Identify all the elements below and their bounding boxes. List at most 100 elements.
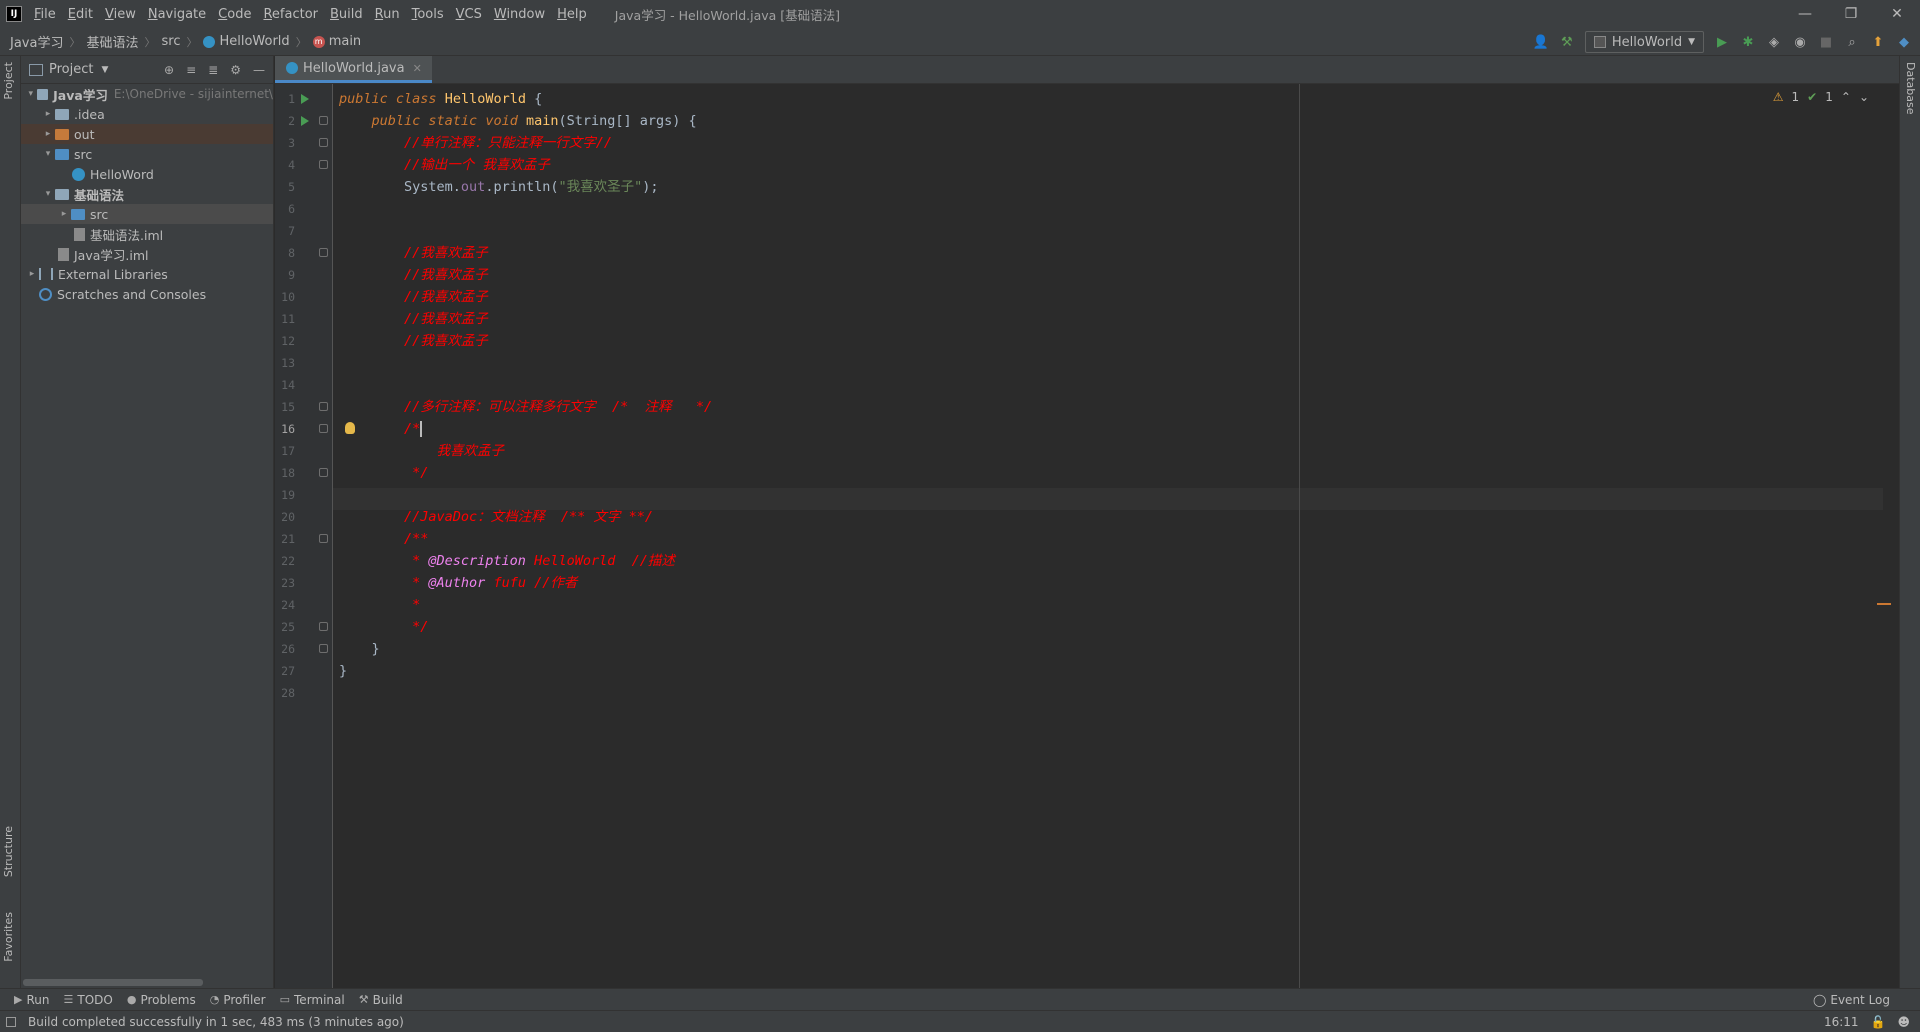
code-line[interactable]: //多行注释：可以注释多行文字 /* 注释 */ <box>339 396 712 418</box>
update-icon[interactable]: ⬆ <box>1870 34 1886 50</box>
bottom-tab-run[interactable]: ▶ Run <box>14 993 49 1007</box>
fold-icon[interactable] <box>319 534 328 543</box>
favorites-stripe-button[interactable]: Favorites <box>2 912 15 962</box>
code-line[interactable]: //输出一个 我喜欢孟子 <box>339 154 550 176</box>
menu-file[interactable]: File <box>34 7 64 22</box>
code-line[interactable]: System.out.println("我喜欢圣子"); <box>339 176 658 198</box>
chevron-down-icon[interactable]: ▾ <box>25 89 37 99</box>
hide-icon[interactable]: — <box>253 63 265 77</box>
tree-item[interactable]: ▸ out <box>21 124 273 144</box>
chevron-up-icon[interactable]: ⌃ <box>1841 90 1851 104</box>
bottom-tab-build[interactable]: ⚒ Build <box>359 993 403 1007</box>
debug-icon[interactable]: ✱ <box>1740 34 1756 50</box>
code-line[interactable]: 我喜欢孟子 <box>339 440 505 462</box>
chevron-right-icon[interactable]: ▸ <box>57 209 71 219</box>
stop-icon[interactable]: ■ <box>1818 34 1834 50</box>
chevron-down-icon[interactable]: ▼ <box>101 65 108 75</box>
fold-icon[interactable] <box>319 116 328 125</box>
code-line[interactable]: * @Description HelloWorld //描述 <box>339 550 675 572</box>
structure-stripe-button[interactable]: Structure <box>2 826 15 877</box>
tree-item[interactable]: ▾ 基础语法 <box>21 184 273 204</box>
user-icon[interactable]: 👤 <box>1533 34 1549 50</box>
code-line[interactable]: * <box>339 594 420 616</box>
fold-icon[interactable] <box>319 622 328 631</box>
bottom-tab-todo[interactable]: ☰ TODO <box>63 993 112 1007</box>
code-line[interactable]: */ <box>339 462 428 484</box>
horizontal-scrollbar[interactable] <box>23 979 203 986</box>
fold-icon[interactable] <box>319 138 328 147</box>
tree-item[interactable]: ▸ src <box>21 204 273 224</box>
menu-navigate[interactable]: Navigate <box>148 7 214 22</box>
breadcrumb-item[interactable]: m main <box>312 34 361 49</box>
code-line[interactable]: //我喜欢孟子 <box>339 264 488 286</box>
close-button[interactable]: ✕ <box>1874 0 1920 28</box>
code-line[interactable]: //我喜欢孟子 <box>339 308 488 330</box>
chevron-down-icon[interactable]: ⌄ <box>1859 90 1869 104</box>
chevron-right-icon[interactable]: ▸ <box>25 269 39 279</box>
intention-bulb-icon[interactable] <box>345 422 355 434</box>
status-window-icon[interactable] <box>6 1016 16 1027</box>
plugin-icon[interactable]: ◆ <box>1896 34 1912 50</box>
build-hammer-icon[interactable]: ⚒ <box>1559 34 1575 50</box>
chevron-down-icon[interactable]: ▾ <box>41 149 55 159</box>
minimize-button[interactable]: — <box>1782 0 1828 28</box>
profile-icon[interactable]: ◉ <box>1792 34 1808 50</box>
database-stripe-button[interactable]: Database <box>1904 62 1917 115</box>
menu-tools[interactable]: Tools <box>412 7 452 22</box>
menu-refactor[interactable]: Refactor <box>263 7 326 22</box>
tree-item[interactable]: ▸ .idea <box>21 104 273 124</box>
code-line[interactable]: //我喜欢孟子 <box>339 242 488 264</box>
gear-icon[interactable]: ⚙ <box>230 63 241 77</box>
code-line[interactable]: public class HelloWorld { <box>339 88 542 110</box>
tree-item[interactable]: ▸ External Libraries <box>21 264 273 284</box>
chevron-right-icon[interactable]: ▸ <box>41 109 55 119</box>
breadcrumb-item[interactable]: HelloWorld <box>203 34 290 49</box>
locate-icon[interactable]: ⊕ <box>164 63 174 77</box>
gutter[interactable]: 1 2 3 4 5 6 7 8 9 10 11 12 13 14 15 16 17 18 19 20 21 22 23 24 2… <box>275 84 333 988</box>
menu-build[interactable]: Build <box>330 7 371 22</box>
restore-button[interactable]: ❐ <box>1828 0 1874 28</box>
code-line[interactable]: public static void main(String[] args) { <box>339 110 697 132</box>
tree-item[interactable]: Java学习.iml <box>21 244 273 264</box>
chevron-right-icon[interactable]: ▸ <box>41 129 55 139</box>
code-line[interactable]: } <box>339 638 380 660</box>
status-message[interactable]: Build completed successfully in 1 sec, 4… <box>28 1015 404 1029</box>
lock-icon[interactable]: 🔓 <box>1871 1015 1886 1029</box>
tree-item[interactable]: ▾ src <box>21 144 273 164</box>
code-line[interactable]: //JavaDoc：文档注释 /** 文字 **/ <box>339 506 653 528</box>
bottom-tab-profiler[interactable]: ◔ Profiler <box>210 993 266 1007</box>
menu-help[interactable]: Help <box>557 7 595 22</box>
project-view-select[interactable]: Project <box>49 62 93 77</box>
code-line[interactable]: //我喜欢孟子 <box>339 286 488 308</box>
run-gutter-icon[interactable] <box>301 116 309 126</box>
bottom-tab-terminal[interactable]: ▭ Terminal <box>280 993 345 1007</box>
breadcrumb-item[interactable]: src <box>161 34 180 49</box>
code-line[interactable]: //我喜欢孟子 <box>339 330 488 352</box>
breadcrumb-item[interactable]: Java学习 <box>10 32 63 51</box>
menu-view[interactable]: View <box>105 7 144 22</box>
code-line[interactable]: * @Author fufu //作者 <box>339 572 577 594</box>
run-icon[interactable]: ▶ <box>1714 34 1730 50</box>
menu-code[interactable]: Code <box>218 7 259 22</box>
code-line[interactable]: /** <box>339 528 428 550</box>
fold-icon[interactable] <box>319 402 328 411</box>
error-stripe-mark[interactable] <box>1877 603 1891 605</box>
run-config-select[interactable]: HelloWorld ▼ <box>1584 31 1704 53</box>
tree-item[interactable]: HelloWord <box>21 164 273 184</box>
notifications-icon[interactable]: ☻ <box>1897 1015 1910 1029</box>
code-line[interactable]: //单行注释：只能注释一行文字// <box>339 132 612 154</box>
close-icon[interactable]: ✕ <box>413 62 422 75</box>
status-time[interactable]: 16:11 <box>1824 1015 1859 1029</box>
project-stripe-button[interactable]: Project <box>2 62 15 100</box>
fold-icon[interactable] <box>319 468 328 477</box>
tree-item[interactable]: Scratches and Consoles <box>21 284 273 304</box>
code-line[interactable]: */ <box>339 616 428 638</box>
fold-icon[interactable] <box>319 248 328 257</box>
tab-helloworld-java[interactable]: HelloWorld.java ✕ <box>275 56 432 83</box>
collapse-all-icon[interactable]: ≣ <box>208 63 218 77</box>
code-area[interactable]: 1 2 3 4 5 6 7 8 9 10 11 12 13 14 15 16 17 18 19 20 21 22 23 24 2… <box>275 84 1899 988</box>
expand-all-icon[interactable]: ≡ <box>186 63 196 77</box>
code-line[interactable]: } <box>339 660 347 682</box>
fold-icon[interactable] <box>319 644 328 653</box>
inspection-widget[interactable]: ⚠ 1 ✔ 1 ⌃ ⌄ <box>1773 90 1869 104</box>
